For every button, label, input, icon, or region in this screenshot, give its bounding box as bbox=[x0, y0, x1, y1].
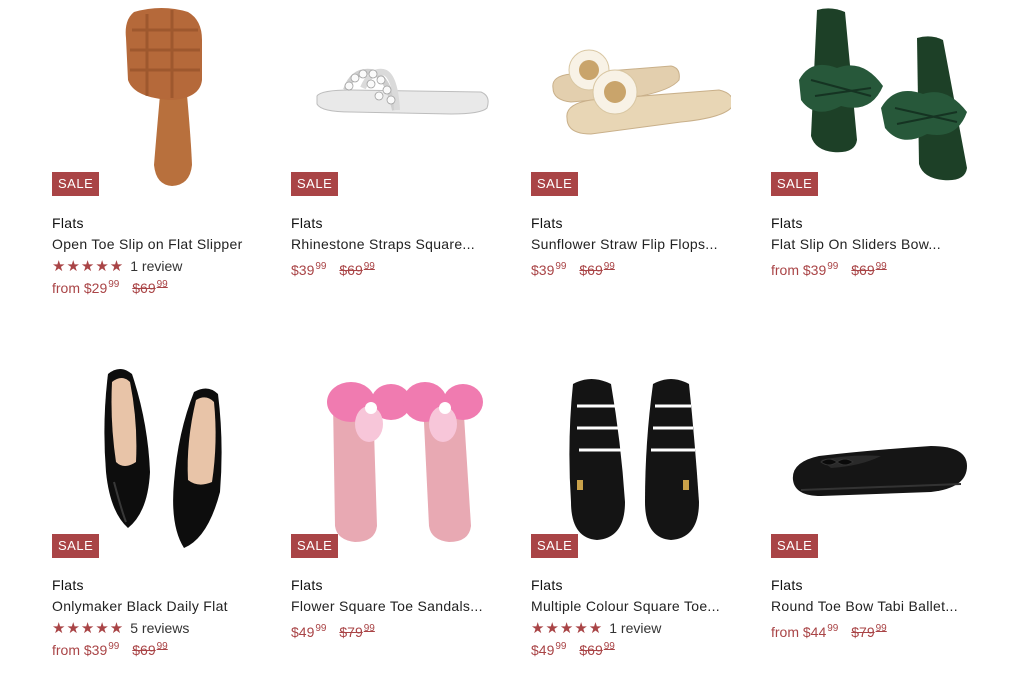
product-title[interactable]: Multiple Colour Square Toe... bbox=[531, 598, 720, 614]
original-price: $6999 bbox=[579, 261, 615, 278]
product-image[interactable]: SALE bbox=[52, 362, 252, 558]
product-category: Flats bbox=[531, 577, 563, 593]
product-category: Flats bbox=[531, 215, 563, 231]
sale-price-cents: 99 bbox=[555, 261, 567, 272]
sale-price: from $39 bbox=[52, 642, 108, 658]
product-image[interactable]: SALE bbox=[531, 0, 731, 196]
product-image[interactable]: SALE bbox=[771, 0, 971, 196]
product-image[interactable]: SALE bbox=[771, 362, 971, 558]
product-grid: SALE Flats Open Toe Slip on Flat Slipper… bbox=[0, 0, 1024, 681]
sale-price-cents: 99 bbox=[555, 641, 567, 652]
sale-badge: SALE bbox=[291, 172, 339, 196]
product-title[interactable]: Onlymaker Black Daily Flat bbox=[52, 598, 228, 614]
star-rating-icon: ★★★★★ bbox=[52, 620, 125, 637]
original-price: $6999 bbox=[132, 641, 168, 658]
sale-price: $39 bbox=[531, 262, 555, 278]
original-price: $6999 bbox=[339, 261, 375, 278]
product-title[interactable]: Flat Slip On Sliders Bow... bbox=[771, 236, 941, 252]
product-card[interactable]: SALE Flats Flat Slip On Sliders Bow... f… bbox=[771, 0, 971, 278]
sale-price: $49 bbox=[531, 642, 555, 658]
product-card[interactable]: SALE Flats Multiple Colour Square Toe...… bbox=[531, 362, 731, 658]
product-image[interactable]: SALE bbox=[291, 0, 491, 196]
sale-price-cents: 99 bbox=[108, 279, 120, 290]
original-price: $7999 bbox=[851, 623, 887, 640]
original-price: $6999 bbox=[579, 641, 615, 658]
sale-price: from $44 bbox=[771, 624, 827, 640]
sale-badge: SALE bbox=[531, 172, 579, 196]
straw-flip-flop-icon bbox=[552, 49, 731, 135]
sale-badge: SALE bbox=[52, 534, 100, 558]
sale-price: $49 bbox=[291, 624, 315, 640]
sale-price: from $39 bbox=[771, 262, 827, 278]
product-price: $4999 $6999 bbox=[531, 641, 615, 658]
product-category: Flats bbox=[771, 577, 803, 593]
product-title[interactable]: Rhinestone Straps Square... bbox=[291, 236, 475, 252]
product-category: Flats bbox=[52, 577, 84, 593]
sale-badge: SALE bbox=[771, 172, 819, 196]
sale-price-cents: 99 bbox=[315, 623, 327, 634]
review-count[interactable]: 1 review bbox=[609, 620, 661, 636]
product-card[interactable]: SALE Flats Flower Square Toe Sandals... … bbox=[291, 362, 491, 640]
original-price: $6999 bbox=[132, 279, 168, 296]
review-count[interactable]: 5 reviews bbox=[130, 620, 189, 636]
sale-price-cents: 99 bbox=[827, 623, 839, 634]
black-fisherman-sandal-icon bbox=[569, 379, 699, 540]
brown-woven-slide-sandal-icon bbox=[125, 8, 202, 186]
product-title[interactable]: Open Toe Slip on Flat Slipper bbox=[52, 236, 243, 252]
product-rating[interactable]: ★★★★★ 5 reviews bbox=[52, 619, 189, 637]
star-rating-icon: ★★★★★ bbox=[52, 258, 125, 275]
product-title[interactable]: Round Toe Bow Tabi Ballet... bbox=[771, 598, 958, 614]
product-price: from $3999 $6999 bbox=[52, 641, 168, 658]
sale-price: $39 bbox=[291, 262, 315, 278]
product-image[interactable]: SALE bbox=[531, 362, 731, 558]
product-rating[interactable]: ★★★★★ 1 review bbox=[531, 619, 661, 637]
sale-price: from $29 bbox=[52, 280, 108, 296]
product-price: $3999 $6999 bbox=[291, 261, 375, 278]
original-price: $6999 bbox=[851, 261, 887, 278]
sale-price-cents: 99 bbox=[827, 261, 839, 272]
product-card[interactable]: SALE Flats Round Toe Bow Tabi Ballet... … bbox=[771, 362, 971, 640]
black-patent-pointed-flat-icon bbox=[104, 369, 222, 548]
product-card[interactable]: SALE Flats Open Toe Slip on Flat Slipper… bbox=[52, 0, 252, 296]
pink-orchid-slide-icon bbox=[327, 382, 483, 542]
product-category: Flats bbox=[291, 577, 323, 593]
green-bow-slide-icon bbox=[799, 8, 967, 181]
sale-badge: SALE bbox=[52, 172, 100, 196]
product-price: from $2999 $6999 bbox=[52, 279, 168, 296]
product-card[interactable]: SALE Flats Rhinestone Straps Square... $… bbox=[291, 0, 491, 278]
product-price: $4999 $7999 bbox=[291, 623, 375, 640]
product-category: Flats bbox=[771, 215, 803, 231]
product-title[interactable]: Sunflower Straw Flip Flops... bbox=[531, 236, 718, 252]
black-ballet-flat-icon bbox=[792, 446, 967, 496]
sale-badge: SALE bbox=[771, 534, 819, 558]
sale-price-cents: 99 bbox=[108, 641, 120, 652]
review-count[interactable]: 1 review bbox=[130, 258, 182, 274]
original-price: $7999 bbox=[339, 623, 375, 640]
product-card[interactable]: SALE Flats Sunflower Straw Flip Flops...… bbox=[531, 0, 731, 278]
star-rating-icon: ★★★★★ bbox=[531, 620, 604, 637]
sale-badge: SALE bbox=[291, 534, 339, 558]
sale-badge: SALE bbox=[531, 534, 579, 558]
product-price: from $3999 $6999 bbox=[771, 261, 887, 278]
silver-rhinestone-slide-icon bbox=[316, 68, 489, 115]
product-title[interactable]: Flower Square Toe Sandals... bbox=[291, 598, 483, 614]
product-category: Flats bbox=[52, 215, 84, 231]
product-price: $3999 $6999 bbox=[531, 261, 615, 278]
product-card[interactable]: SALE Flats Onlymaker Black Daily Flat ★★… bbox=[52, 362, 252, 658]
product-image[interactable]: SALE bbox=[52, 0, 252, 196]
sale-price-cents: 99 bbox=[315, 261, 327, 272]
product-image[interactable]: SALE bbox=[291, 362, 491, 558]
product-category: Flats bbox=[291, 215, 323, 231]
product-price: from $4499 $7999 bbox=[771, 623, 887, 640]
product-rating[interactable]: ★★★★★ 1 review bbox=[52, 257, 182, 275]
